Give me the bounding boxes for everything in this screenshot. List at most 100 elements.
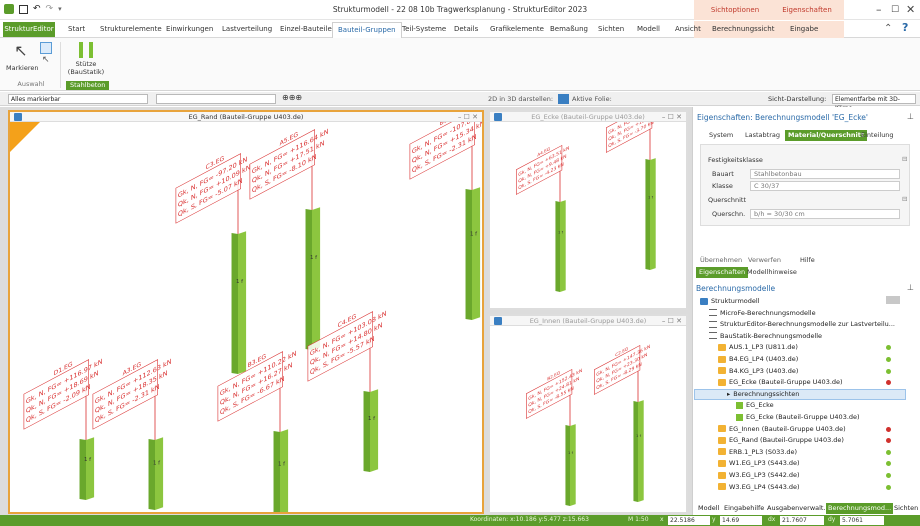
uebernehmen-button[interactable]: Übernehmen <box>700 256 742 264</box>
section-festigkeitsklasse: Festigkeitsklasse <box>708 156 763 164</box>
collapse-icon[interactable]: ⊟ <box>902 155 907 163</box>
tab-ansicht[interactable]: Ansicht <box>675 25 701 33</box>
tree-item[interactable]: B4.EG_LP4 (U403.de) <box>718 355 798 363</box>
tree-tools-icon[interactable] <box>886 296 900 304</box>
view-window-controls[interactable]: – ☐ ✕ <box>662 316 682 326</box>
tree-item[interactable]: EG_Ecke <box>736 401 774 409</box>
pin-icon-2[interactable]: ⊥ <box>907 283 914 292</box>
column[interactable]: 1 f C2.EGGk, N, FG= +147.36 kNQk, N, FG= … <box>594 334 651 502</box>
select-single-icon[interactable]: ↖ <box>42 55 50 65</box>
verwerfen-button[interactable]: Verwerfen <box>748 256 781 264</box>
x-field[interactable]: 22.5186 <box>668 516 710 525</box>
bottom-tab-sichten[interactable]: Sichten <box>892 503 920 514</box>
column[interactable]: 1 f B1.EGGk, N, FG= -107.82 kNQk, N, FG= … <box>409 122 482 320</box>
bottom-tab-modell[interactable]: Modell <box>696 503 721 514</box>
column[interactable]: 1 f A3.EGGk, N, FG= +112.63 kNQk, N, FG= … <box>92 344 172 510</box>
select-box-icon[interactable] <box>40 42 52 54</box>
lower-tab-modellhinweise[interactable]: Modellhinweise <box>744 267 800 278</box>
view-window-controls[interactable]: – ☐ ✕ <box>458 112 478 122</box>
tab-bemassung[interactable]: Bemaßung <box>550 25 588 33</box>
load-label: A5.EGGk, N, FG= +116.64 kNQk, N, FG= +17… <box>249 127 329 200</box>
tree-item[interactable]: EG_Ecke (Bauteil-Gruppe U403.de) <box>718 378 843 386</box>
column[interactable]: 1 f A4.EGGk, N, FG= +63.51 kNQk, N, FG= +… <box>515 136 570 292</box>
close-icon[interactable]: ✕ <box>906 3 915 16</box>
bottom-tab-eingabehilfe[interactable]: Eingabehilfe <box>722 503 766 514</box>
collapse-ribbon-icon[interactable]: ⌃ <box>884 23 892 34</box>
klasse-field[interactable]: C 30/37 <box>750 181 900 191</box>
tab-strukturditor[interactable]: StrukturEditor <box>3 22 55 37</box>
bottom-tab-berechnungsmod[interactable]: Berechnungsmod... <box>826 503 894 514</box>
prop-tab-einteilung[interactable]: Einteilung <box>858 130 897 141</box>
lower-tab-eigenschaften[interactable]: Eigenschaften <box>696 267 749 278</box>
column-face <box>280 429 289 512</box>
tree-item[interactable]: ▸ Berechnungssichten <box>727 390 799 398</box>
dy-field[interactable]: 5.7061 <box>840 516 884 525</box>
model-canvas-ecke[interactable]: 1 f A4.EGGk, N, FG= +63.51 kNQk, N, FG= +… <box>490 122 686 308</box>
tree-item[interactable]: EG_Rand (Bauteil-Gruppe U403.de) <box>718 436 844 444</box>
dx-field[interactable]: 21.7607 <box>780 516 824 525</box>
column-icon <box>79 42 93 58</box>
prop-tab-system[interactable]: System <box>706 130 736 141</box>
stuetze-button[interactable]: Stütze (BauStatik) <box>64 42 108 76</box>
column[interactable]: 1 f D4.EGGk, N, FG= +66.22 kNQk, N, FG= +… <box>606 122 660 270</box>
tree-item[interactable]: W3.EG_LP4 (S443.de) <box>718 483 800 491</box>
prop-tab-material[interactable]: Material/Querschnitt <box>785 130 867 141</box>
tab-modell[interactable]: Modell <box>637 25 660 33</box>
tree-item[interactable]: EG_Innen (Bauteil-Gruppe U403.de) <box>718 425 846 433</box>
column[interactable]: 1 f B2.EGGk, N, FG= +152.43 kNQk, N, FG= … <box>525 358 583 506</box>
tree-item[interactable]: StrukturEditor-Berechnungsmodelle zur La… <box>709 320 895 328</box>
tree-item[interactable]: EG_Ecke (Bauteil-Gruppe U403.de) <box>736 413 860 421</box>
querschnitt-field[interactable]: b/h = 30/30 cm <box>750 209 900 219</box>
column-side <box>645 159 650 270</box>
maximize-icon[interactable]: ☐ <box>891 5 899 15</box>
model-canvas-main[interactable]: 1 f C3.EGGk, N, FG= -97.20 kNQk, N, FG= +… <box>10 122 482 512</box>
tab-eingabe[interactable]: Eingabe <box>790 25 818 33</box>
tree-item[interactable]: W1.EG_LP3 (S443.de) <box>718 459 800 467</box>
bottom-tab-ausgabenverwalt[interactable]: Ausgabenverwalt... <box>765 503 832 514</box>
column[interactable]: 1 f A5.EGGk, N, FG= +116.64 kNQk, N, FG= … <box>249 122 329 350</box>
tab-lastverteilung[interactable]: Lastverteilung <box>222 25 272 33</box>
tree-item-label: ERB.1_PL3 (S033.de) <box>729 447 798 456</box>
tab-strukturelemente[interactable]: Strukturelemente <box>100 25 162 33</box>
view-mode-select[interactable]: Elementfarbe mit 3D-Körpe <box>832 94 916 112</box>
column[interactable]: 1 f C3.EGGk, N, FG= -97.20 kNQk, N, FG= +… <box>175 140 251 374</box>
column-side <box>305 209 312 350</box>
view-eg-innen[interactable]: EG_Innen (Bauteil-Gruppe U403.de) – ☐ ✕ … <box>488 314 688 514</box>
view-eg-ecke[interactable]: EG_Ecke (Bauteil-Gruppe U403.de) – ☐ ✕ 1… <box>488 110 688 310</box>
help-icon[interactable]: ? <box>902 21 908 34</box>
tree-item[interactable]: MicroFe-Berechnungsmodelle <box>709 309 816 317</box>
tree-item[interactable]: B4.KG_LP3 (U403.de) <box>718 367 798 375</box>
tab-grafikelemente[interactable]: Grafikelemente <box>490 25 544 33</box>
view-eg-rand[interactable]: EG_Rand (Bauteil-Gruppe U403.de) – ☐ ✕ 1… <box>8 110 484 514</box>
tab-bauteil-gruppen[interactable]: Bauteil-Gruppen <box>332 22 402 38</box>
column[interactable]: 1 f B3.EGGk, N, FG= +110.22 kNQk, N, FG= … <box>217 336 297 512</box>
tab-start[interactable]: Start <box>68 25 85 33</box>
tree-item[interactable]: W3.EG_LP3 (S442.de) <box>718 471 800 479</box>
tree-item[interactable]: AUS.1_LP3 (U811.de) <box>718 343 798 351</box>
view-window-controls[interactable]: – ☐ ✕ <box>662 112 682 122</box>
tab-einwirkungen[interactable]: Einwirkungen <box>166 25 213 33</box>
model-canvas-innen[interactable]: 1 f B2.EGGk, N, FG= +152.43 kNQk, N, FG= … <box>490 326 686 512</box>
binoculars-icon[interactable]: ⊕⊕⊕ <box>282 93 302 102</box>
minimize-icon[interactable]: – <box>876 3 882 16</box>
prop-tab-lastabtrag[interactable]: Lastabtrag <box>742 130 783 141</box>
tree-item[interactable]: ERB.1_PL3 (S033.de) <box>718 448 797 456</box>
y-field[interactable]: 14.69 <box>720 516 762 525</box>
hilfe-button[interactable]: Hilfe <box>800 256 815 264</box>
pin-icon[interactable]: ⊥ <box>907 112 914 121</box>
search-select[interactable] <box>156 94 276 104</box>
show-3d-icon[interactable] <box>558 94 569 104</box>
tab-teil-systeme[interactable]: Teil-Systeme <box>402 25 446 33</box>
position-icon <box>718 448 726 456</box>
tab-einzel-bauteile[interactable]: Einzel-Bauteile <box>280 25 332 33</box>
tab-details[interactable]: Details <box>454 25 478 33</box>
markieren-button[interactable]: ↖ Markieren <box>6 42 38 73</box>
tab-berechnungssicht[interactable]: Berechnungssicht <box>712 25 774 33</box>
collapse-icon-2[interactable]: ⊟ <box>902 195 907 203</box>
tab-sichten[interactable]: Sichten <box>598 25 624 33</box>
column[interactable]: 1 f D1.EGGk, N, FG= +116.97 kNQk, N, FG= … <box>23 344 103 500</box>
tree-item[interactable]: BauStatik-Berechnungsmodelle <box>709 332 822 340</box>
bauart-field[interactable]: Stahlbetonbau <box>750 169 900 179</box>
filter-select[interactable]: Alles markierbar <box>8 94 148 104</box>
tree-item[interactable]: Strukturmodell <box>700 297 760 305</box>
